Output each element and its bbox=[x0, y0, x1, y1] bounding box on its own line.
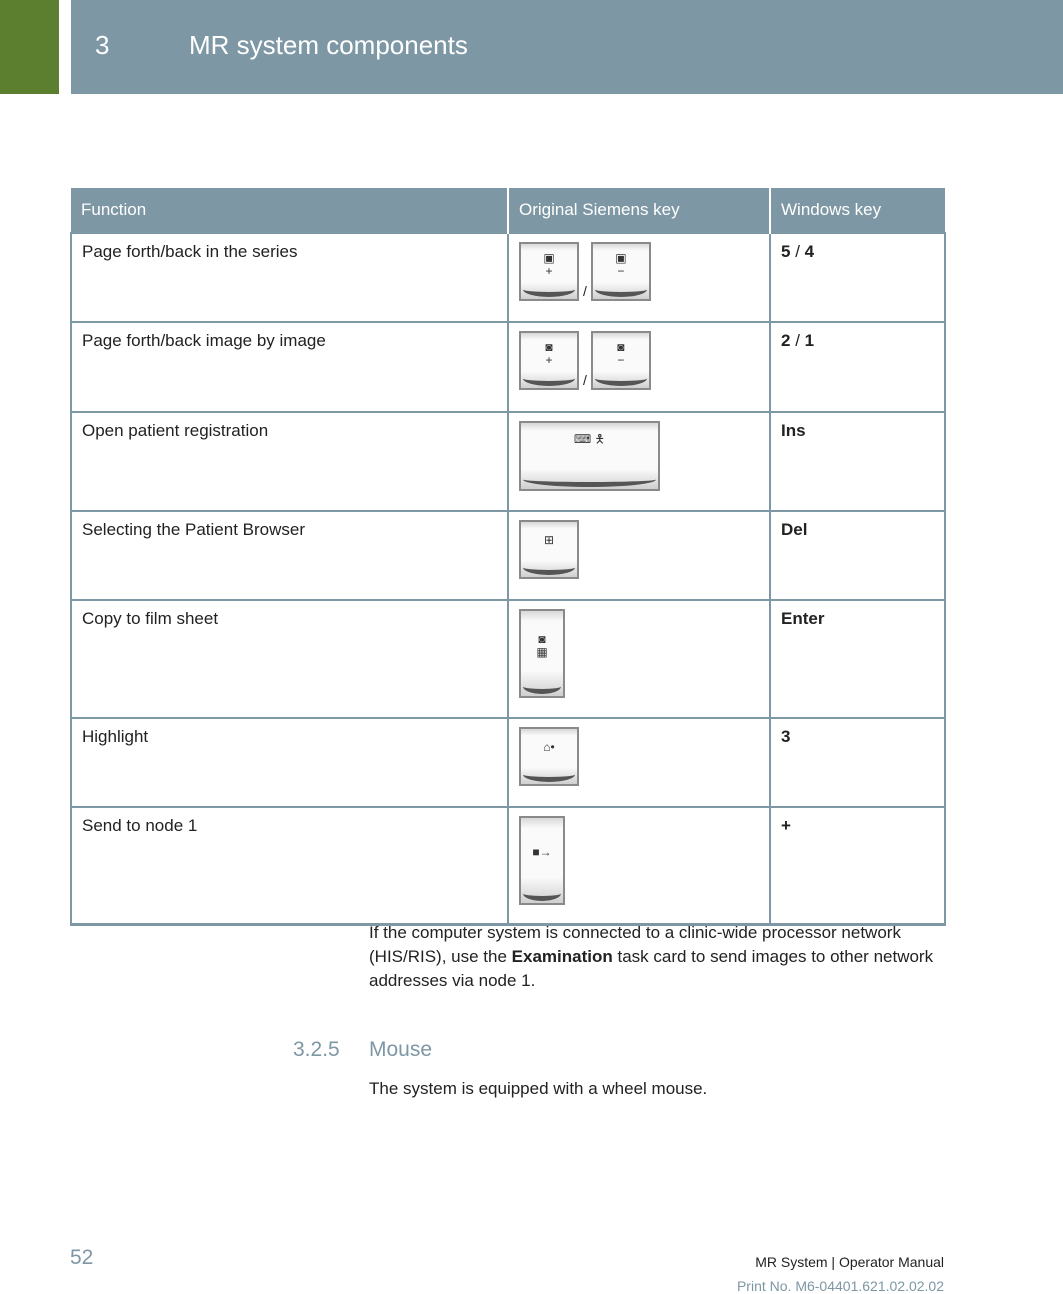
siemens-key-cell: ◙ + / ◙ − bbox=[507, 321, 771, 413]
function-cell: Copy to film sheet bbox=[70, 599, 509, 719]
function-cell: Selecting the Patient Browser bbox=[70, 510, 509, 601]
column-header-siemens-key: Original Siemens key bbox=[507, 188, 770, 233]
column-header-function: Function bbox=[71, 188, 508, 233]
windows-key: + bbox=[781, 816, 791, 835]
patient-browser-key-icon: ⊞ bbox=[519, 520, 579, 579]
siemens-key-cell: ▣ + / ▣ − bbox=[507, 232, 771, 323]
table-row: Selecting the Patient Browser ⊞ Del bbox=[70, 510, 946, 601]
send-to-node-key-icon: ■→ bbox=[519, 816, 565, 905]
windows-key-cell: + bbox=[769, 806, 946, 926]
windows-key-cell: Ins bbox=[769, 411, 946, 512]
windows-key: Del bbox=[781, 520, 808, 539]
table-header-row: Function Original Siemens key Windows ke… bbox=[71, 188, 945, 233]
key-separator: / bbox=[583, 283, 587, 299]
function-cell: Page forth/back image by image bbox=[70, 321, 509, 413]
windows-key-cell: 3 bbox=[769, 717, 946, 808]
siemens-key-cell: ⌨ 🯅 bbox=[507, 411, 771, 512]
section-title: Mouse bbox=[369, 1038, 433, 1061]
function-cell: Open patient registration bbox=[70, 411, 509, 512]
siemens-key-cell: ⊞ bbox=[507, 510, 771, 601]
table-row: Open patient registration ⌨ 🯅 Ins bbox=[70, 411, 946, 512]
series-back-key-icon: ▣ − bbox=[590, 242, 651, 301]
highlight-key-icon: ⌂• bbox=[519, 727, 579, 786]
windows-key-cell: 2 / 1 bbox=[769, 321, 946, 413]
examination-task-card-reference: Examination bbox=[511, 947, 613, 966]
windows-key: Ins bbox=[781, 421, 806, 440]
chapter-header: 3 MR system components bbox=[71, 0, 1063, 94]
siemens-key-cell: ◙ ▦ bbox=[507, 599, 771, 719]
windows-key-separator: / bbox=[790, 242, 805, 261]
print-number: Print No. M6-04401.621.02.02.02 bbox=[736, 1278, 944, 1294]
function-cell: Send to node 1 bbox=[70, 806, 509, 926]
table-row: Copy to film sheet ◙ ▦ Enter bbox=[70, 599, 946, 719]
his-ris-paragraph: If the computer system is connected to a… bbox=[369, 921, 944, 993]
series-forward-key-icon: ▣ + bbox=[519, 242, 579, 301]
windows-key: 1 bbox=[804, 331, 815, 350]
section-number: 3.2.5 bbox=[293, 1038, 340, 1061]
key-mapping-table: Function Original Siemens key Windows ke… bbox=[70, 188, 946, 926]
table-row: Send to node 1 ■→ + bbox=[70, 806, 946, 926]
windows-key: 3 bbox=[781, 727, 791, 746]
windows-key: 4 bbox=[804, 242, 815, 261]
windows-key-separator: / bbox=[790, 331, 805, 350]
function-cell: Page forth/back in the series bbox=[70, 232, 509, 323]
mouse-paragraph: The system is equipped with a wheel mous… bbox=[369, 1079, 708, 1098]
copy-to-film-key-icon: ◙ ▦ bbox=[519, 609, 565, 698]
windows-key: Enter bbox=[781, 609, 825, 628]
table-row: Highlight ⌂• 3 bbox=[70, 717, 946, 808]
windows-key-cell: Del bbox=[769, 510, 946, 601]
chapter-accent-bar bbox=[0, 0, 59, 94]
patient-registration-key-icon: ⌨ 🯅 bbox=[519, 421, 660, 491]
table-row: Page forth/back image by image ◙ + / ◙ − 2 /… bbox=[70, 321, 946, 413]
key-separator: / bbox=[583, 372, 587, 388]
chapter-title: MR system components bbox=[189, 30, 468, 60]
table-row: Page forth/back in the series ▣ + / ▣ − 5 / … bbox=[70, 232, 946, 323]
manual-title: MR System | Operator Manual bbox=[755, 1254, 944, 1270]
image-forward-key-icon: ◙ + bbox=[519, 331, 579, 390]
column-header-windows-key: Windows key bbox=[769, 188, 945, 233]
siemens-key-cell: ■→ bbox=[507, 806, 771, 926]
windows-key-cell: 5 / 4 bbox=[769, 232, 946, 323]
image-back-key-icon: ◙ − bbox=[590, 331, 651, 390]
windows-key-cell: Enter bbox=[769, 599, 946, 719]
page-number: 52 bbox=[70, 1246, 94, 1269]
function-cell: Highlight bbox=[70, 717, 509, 808]
chapter-number: 3 bbox=[95, 30, 110, 60]
siemens-key-cell: ⌂• bbox=[507, 717, 771, 808]
